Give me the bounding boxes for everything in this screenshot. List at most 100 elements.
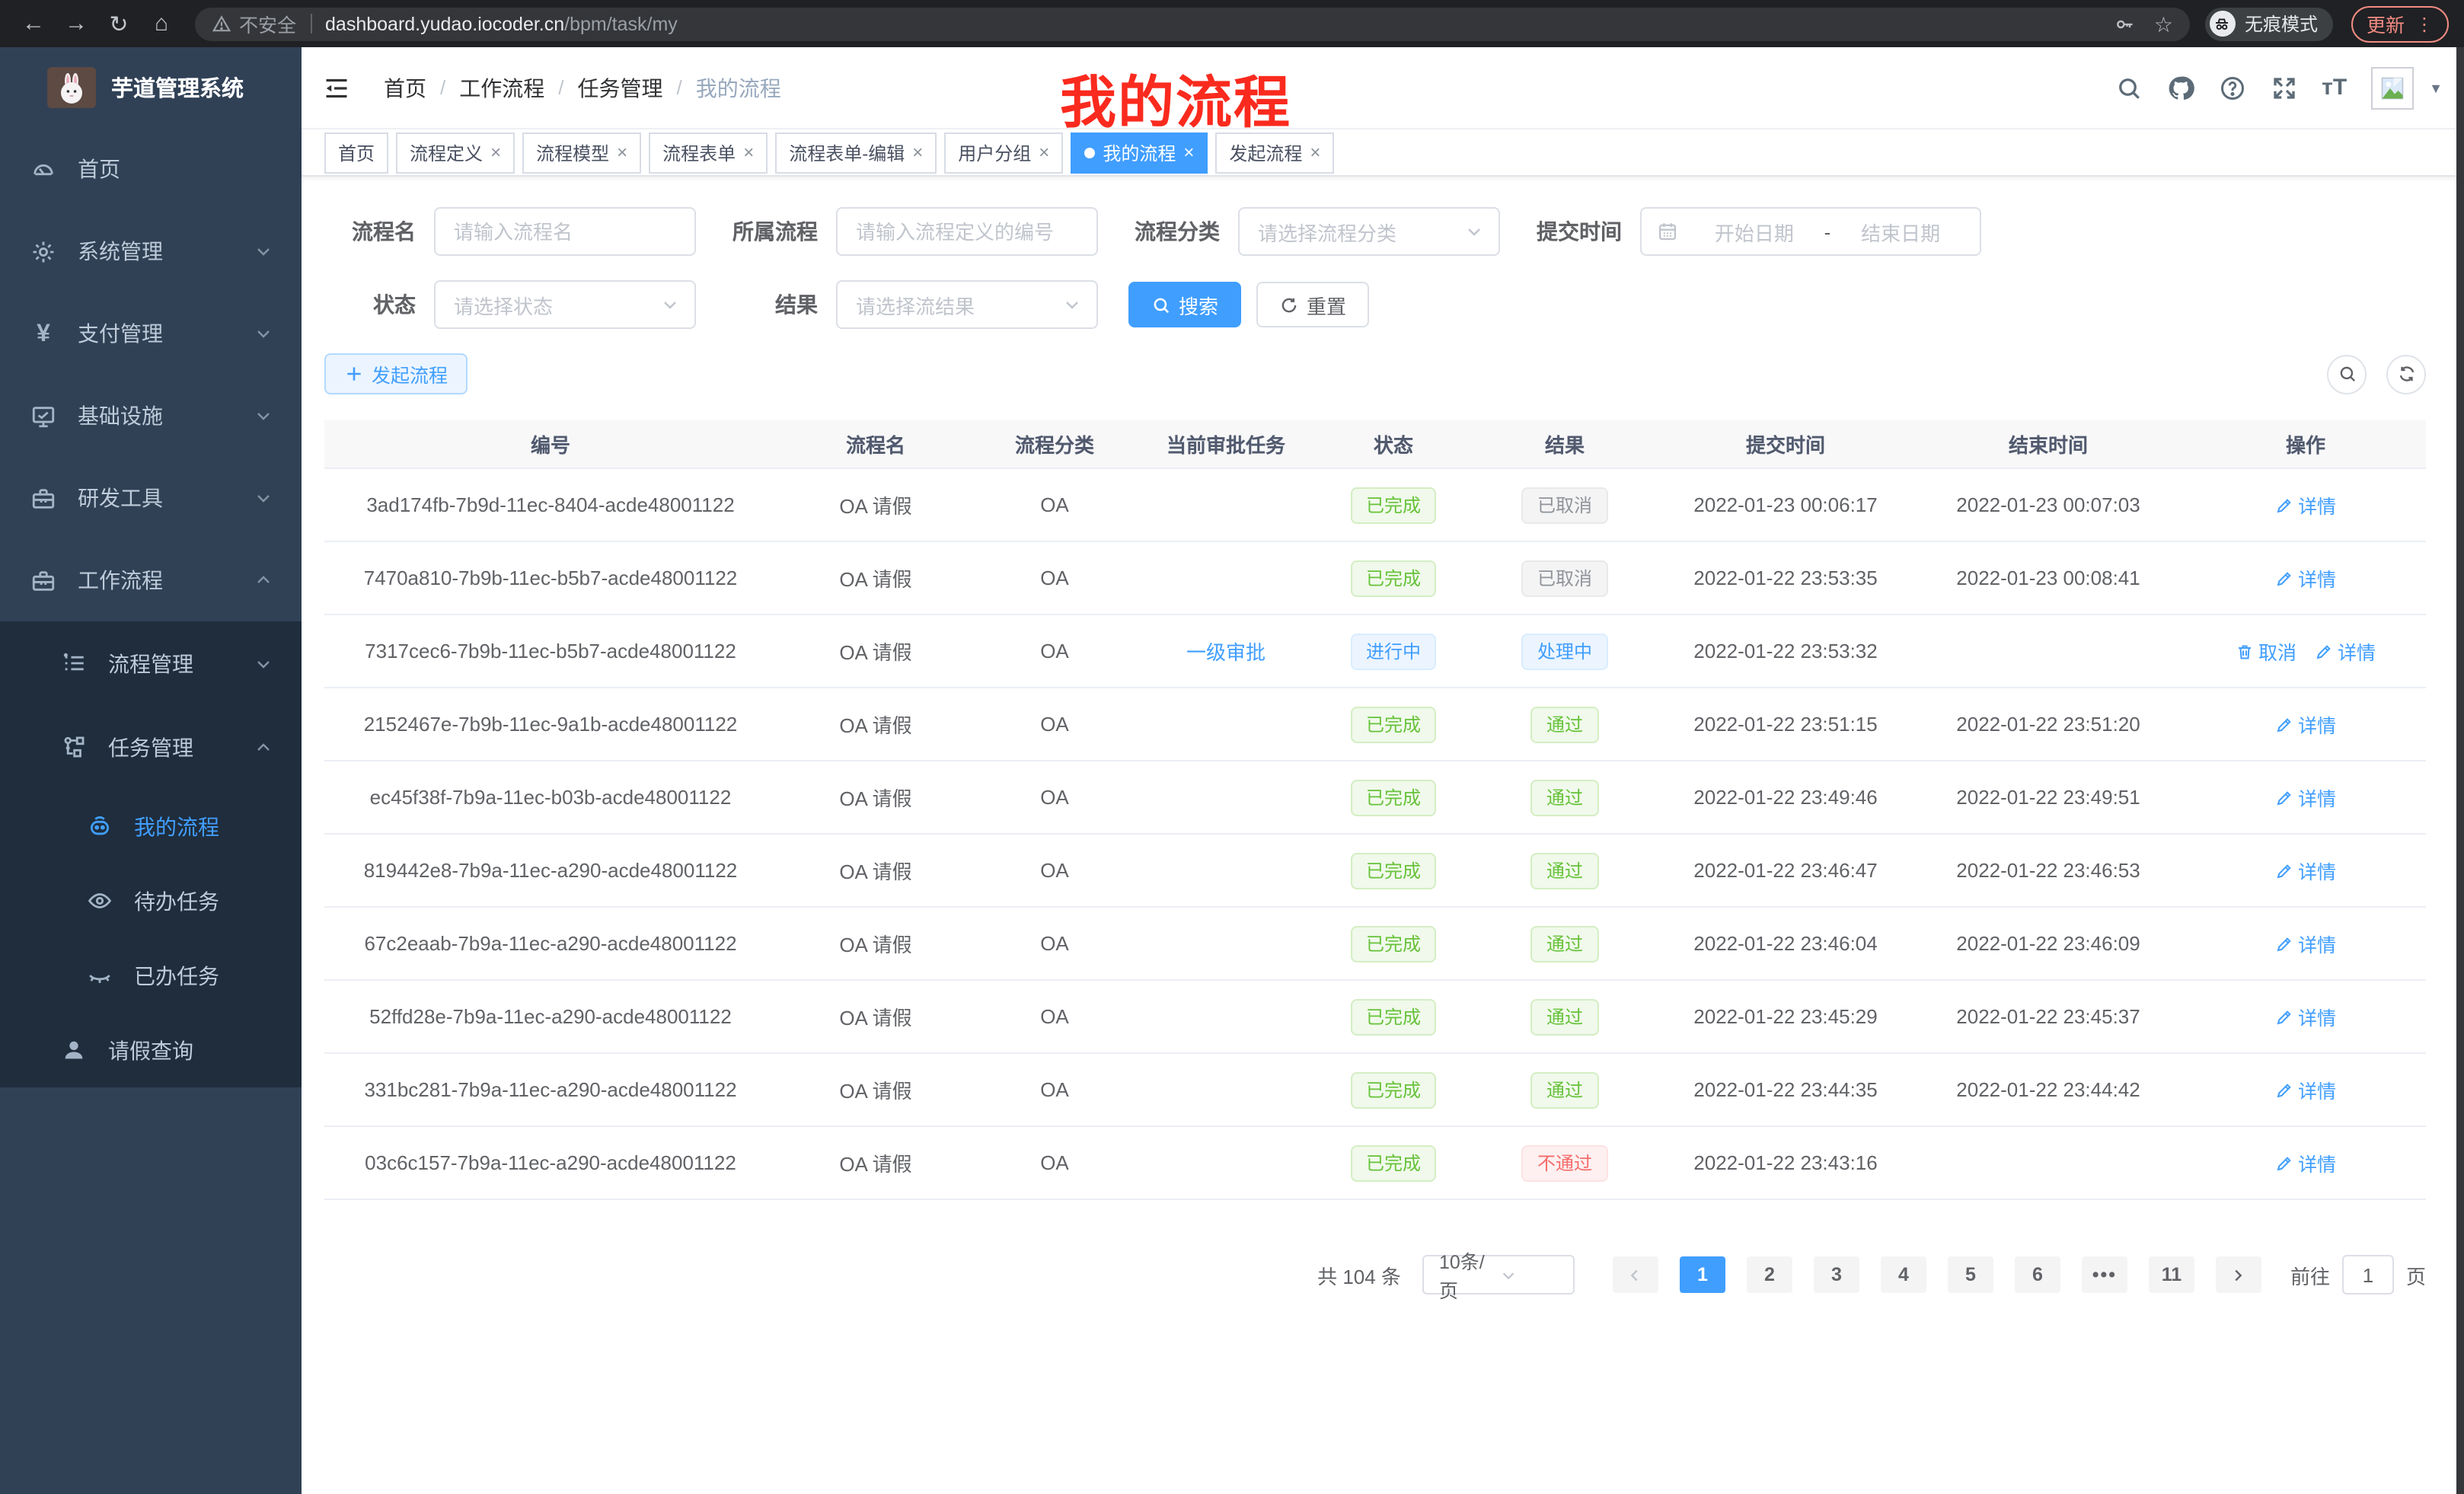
process-definition-input[interactable] bbox=[836, 207, 1098, 256]
page-button-4[interactable]: 4 bbox=[1881, 1256, 1926, 1293]
sidebar-item-基础设施[interactable]: 基础设施 bbox=[0, 375, 302, 457]
close-icon[interactable]: × bbox=[743, 143, 754, 161]
process-name-input[interactable] bbox=[434, 207, 696, 256]
prev-page-button[interactable] bbox=[1613, 1256, 1658, 1293]
scrollbar[interactable] bbox=[2456, 47, 2464, 1494]
update-button[interactable]: 更新 ⋮ bbox=[2351, 5, 2449, 42]
column-header-流程分类: 流程分类 bbox=[975, 429, 1135, 458]
sidebar-item-label: 任务管理 bbox=[108, 732, 193, 762]
result-label: 结果 bbox=[726, 289, 818, 320]
process-category-select[interactable]: 请选择流程分类 bbox=[1238, 207, 1500, 256]
action-详情[interactable]: 详情 bbox=[2275, 710, 2336, 739]
sidebar-item-label: 研发工具 bbox=[78, 483, 163, 513]
action-详情[interactable]: 详情 bbox=[2275, 1148, 2336, 1177]
collapse-sidebar-icon[interactable] bbox=[323, 74, 350, 101]
page-button-3[interactable]: 3 bbox=[1814, 1256, 1859, 1293]
key-icon[interactable] bbox=[2115, 13, 2136, 34]
page-button-11[interactable]: 11 bbox=[2149, 1256, 2194, 1293]
address-bar[interactable]: 不安全 dashboard.yudao.iocoder.cn/bpm/task/… bbox=[195, 7, 2190, 40]
close-icon[interactable]: × bbox=[617, 143, 627, 161]
sidebar-item-首页[interactable]: 首页 bbox=[0, 128, 302, 210]
tab-发起流程[interactable]: 发起流程× bbox=[1215, 132, 1334, 173]
action-取消[interactable]: 取消 bbox=[2236, 637, 2296, 666]
action-详情[interactable]: 详情 bbox=[2275, 856, 2336, 885]
submit-time-range-picker[interactable]: 开始日期 - 结束日期 bbox=[1640, 207, 1981, 256]
search-button[interactable]: 搜索 bbox=[1128, 282, 1241, 327]
end-date-placeholder[interactable]: 结束日期 bbox=[1837, 217, 1964, 246]
tab-流程表单[interactable]: 流程表单× bbox=[649, 132, 768, 173]
sidebar-item-label: 已办任务 bbox=[134, 960, 219, 991]
tab-首页[interactable]: 首页 bbox=[324, 132, 388, 173]
pen-icon bbox=[2275, 788, 2293, 806]
sidebar-item-请假查询[interactable]: 请假查询 bbox=[0, 1013, 302, 1087]
sidebar-item-已办任务[interactable]: 已办任务 bbox=[0, 938, 302, 1013]
sidebar-item-流程管理[interactable]: 流程管理 bbox=[0, 621, 302, 705]
breadcrumb-item-工作流程[interactable]: 工作流程 bbox=[459, 72, 544, 103]
create-process-button[interactable]: 发起流程 bbox=[324, 353, 468, 394]
sidebar-item-研发工具[interactable]: 研发工具 bbox=[0, 457, 302, 539]
cell-id: 7470a810-7b9b-11ec-b5b7-acde48001122 bbox=[324, 567, 777, 589]
tab-流程定义[interactable]: 流程定义× bbox=[396, 132, 515, 173]
reload-icon[interactable]: ↻ bbox=[101, 10, 137, 37]
close-icon[interactable]: × bbox=[912, 143, 923, 161]
refresh-table-button[interactable] bbox=[2386, 354, 2426, 394]
goto-page-input[interactable] bbox=[2342, 1255, 2394, 1294]
status-select[interactable]: 请选择状态 bbox=[434, 280, 696, 329]
security-chip[interactable]: 不安全 bbox=[212, 9, 296, 38]
action-详情[interactable]: 详情 bbox=[2275, 1075, 2336, 1104]
sidebar-item-我的流程[interactable]: 我的流程 bbox=[0, 789, 302, 864]
close-icon[interactable]: × bbox=[1310, 143, 1320, 161]
breadcrumb-item-任务管理[interactable]: 任务管理 bbox=[578, 72, 663, 103]
github-icon[interactable] bbox=[2166, 74, 2194, 101]
font-size-icon[interactable]: ᴛT bbox=[2322, 74, 2347, 101]
pen-icon bbox=[2275, 1007, 2293, 1026]
sidebar-item-工作流程[interactable]: 工作流程 bbox=[0, 539, 302, 621]
tab-流程模型[interactable]: 流程模型× bbox=[522, 132, 641, 173]
action-详情[interactable]: 详情 bbox=[2275, 929, 2336, 958]
next-page-button[interactable] bbox=[2216, 1256, 2261, 1293]
page-button-5[interactable]: 5 bbox=[1948, 1256, 1993, 1293]
more-pages-button[interactable]: ••• bbox=[2082, 1256, 2127, 1293]
page-button-6[interactable]: 6 bbox=[2015, 1256, 2060, 1293]
result-badge: 不通过 bbox=[1522, 1144, 1607, 1181]
bookmark-star-icon[interactable]: ☆ bbox=[2154, 13, 2173, 34]
fullscreen-icon[interactable] bbox=[2270, 74, 2297, 101]
close-icon[interactable]: × bbox=[1039, 143, 1049, 161]
browser-menu-icon[interactable]: ⋮ bbox=[2415, 13, 2434, 34]
tab-流程表单-编辑[interactable]: 流程表单-编辑 × bbox=[775, 132, 937, 173]
app-logo[interactable]: 芋道管理系统 bbox=[0, 47, 302, 128]
home-icon[interactable]: ⌂ bbox=[143, 11, 180, 37]
start-date-placeholder[interactable]: 开始日期 bbox=[1690, 217, 1818, 246]
close-icon[interactable]: × bbox=[490, 143, 501, 161]
show-search-button[interactable] bbox=[2327, 354, 2367, 394]
tab-label: 流程表单-编辑 bbox=[789, 139, 905, 165]
task-link[interactable]: 一级审批 bbox=[1186, 637, 1266, 666]
breadcrumb-item-首页[interactable]: 首页 bbox=[384, 72, 426, 103]
reset-button[interactable]: 重置 bbox=[1256, 282, 1369, 327]
back-icon[interactable]: ← bbox=[15, 11, 52, 37]
sidebar-item-label: 工作流程 bbox=[78, 565, 163, 595]
action-详情[interactable]: 详情 bbox=[2315, 637, 2376, 666]
help-icon[interactable] bbox=[2218, 74, 2245, 101]
forward-icon[interactable]: → bbox=[58, 11, 94, 37]
tab-用户分组[interactable]: 用户分组× bbox=[944, 132, 1063, 173]
page-button-1[interactable]: 1 bbox=[1680, 1256, 1725, 1293]
action-详情[interactable]: 详情 bbox=[2275, 783, 2336, 812]
page-button-2[interactable]: 2 bbox=[1747, 1256, 1792, 1293]
result-badge: 处理中 bbox=[1522, 633, 1607, 669]
page-size-select[interactable]: 10条/页 bbox=[1422, 1255, 1575, 1294]
action-详情[interactable]: 详情 bbox=[2275, 490, 2336, 519]
sidebar-item-系统管理[interactable]: 系统管理 bbox=[0, 210, 302, 292]
action-详情[interactable]: 详情 bbox=[2275, 563, 2336, 592]
sidebar-item-支付管理[interactable]: ¥支付管理 bbox=[0, 292, 302, 375]
search-icon[interactable] bbox=[2115, 74, 2142, 101]
sidebar-item-任务管理[interactable]: 任务管理 bbox=[0, 705, 302, 789]
url-text[interactable]: dashboard.yudao.iocoder.cn/bpm/task/my bbox=[325, 13, 2115, 34]
result-select[interactable]: 请选择流结果 bbox=[836, 280, 1098, 329]
chevron-down-icon[interactable]: ▼ bbox=[2429, 80, 2443, 95]
avatar[interactable] bbox=[2371, 66, 2414, 109]
action-详情[interactable]: 详情 bbox=[2275, 1002, 2336, 1031]
close-icon[interactable]: × bbox=[1183, 143, 1194, 161]
tab-我的流程[interactable]: 我的流程× bbox=[1071, 132, 1208, 173]
sidebar-item-待办任务[interactable]: 待办任务 bbox=[0, 864, 302, 938]
